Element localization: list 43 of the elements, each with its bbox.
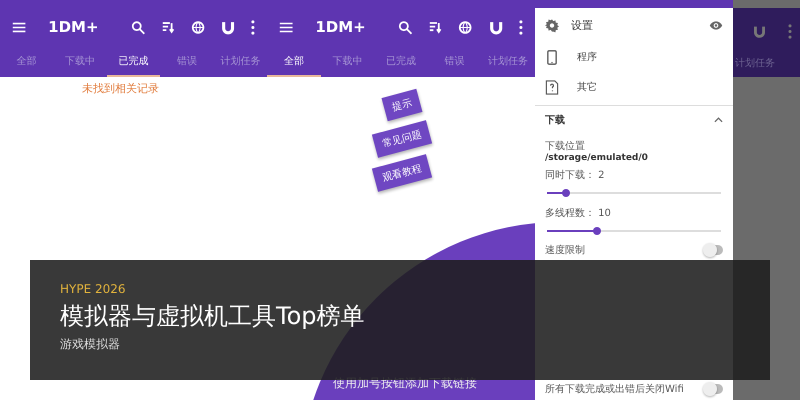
section-title: 下载 bbox=[545, 114, 565, 127]
drawer-item[interactable]: 程序 bbox=[535, 42, 733, 72]
search-icon[interactable] bbox=[130, 20, 145, 34]
sort-icon[interactable] bbox=[428, 20, 442, 34]
globe-icon[interactable] bbox=[458, 20, 473, 34]
globe-icon[interactable] bbox=[190, 20, 206, 34]
section-header[interactable]: 下载 bbox=[535, 106, 733, 134]
drawer-title: 设置 bbox=[571, 18, 593, 32]
more-icon[interactable] bbox=[251, 20, 256, 34]
tab-label: 计划任务 bbox=[735, 56, 775, 70]
toggle-switch[interactable] bbox=[705, 245, 723, 255]
setting-label: 下载位置 bbox=[544, 140, 586, 153]
setting-label: 速度限制 bbox=[545, 244, 585, 257]
menu-icon[interactable] bbox=[279, 20, 294, 34]
settings-icon bbox=[545, 18, 559, 32]
setting-label: 同时下载： 2 bbox=[544, 168, 606, 182]
tab[interactable]: 全部 bbox=[267, 46, 321, 77]
magnet-icon[interactable] bbox=[488, 20, 504, 34]
magnet-icon bbox=[753, 24, 766, 39]
magnet-icon[interactable] bbox=[221, 20, 236, 34]
setting-value: /storage/emulated/0 bbox=[544, 153, 649, 163]
tab[interactable]: 已完成 bbox=[106, 46, 160, 77]
more-icon bbox=[788, 24, 792, 39]
empty-message: 未找到相关记录 bbox=[82, 81, 159, 96]
banner-subtitle: 游戏模拟器 bbox=[60, 336, 121, 353]
more-icon[interactable] bbox=[519, 20, 524, 34]
app-title: 1DM+ bbox=[315, 18, 366, 36]
hint-button[interactable]: 观看教程 bbox=[372, 154, 432, 192]
hint-button[interactable]: 常见问题 bbox=[372, 120, 432, 158]
app-title: 1DM+ bbox=[48, 18, 99, 36]
banner-kicker: HYPE 2026 bbox=[60, 282, 127, 296]
setting-label: 所有下载完成或出错后关闭Wifi bbox=[545, 382, 684, 396]
banner-title: 模拟器与虚拟机工具Top榜单 bbox=[60, 301, 366, 332]
phone-icon bbox=[545, 50, 559, 64]
setting-label: 多线程数： 10 bbox=[544, 206, 612, 220]
chevron-icon[interactable] bbox=[714, 117, 723, 123]
search-icon[interactable] bbox=[398, 20, 412, 34]
help-document-icon bbox=[545, 80, 559, 94]
hint-button[interactable]: 提示 bbox=[382, 88, 422, 122]
toggle-switch[interactable] bbox=[705, 384, 723, 394]
sort-icon[interactable] bbox=[160, 20, 175, 34]
drawer-item[interactable]: 其它 bbox=[535, 72, 733, 102]
add-hint-text: 使用加号按钮添加下载链接 bbox=[333, 375, 477, 392]
